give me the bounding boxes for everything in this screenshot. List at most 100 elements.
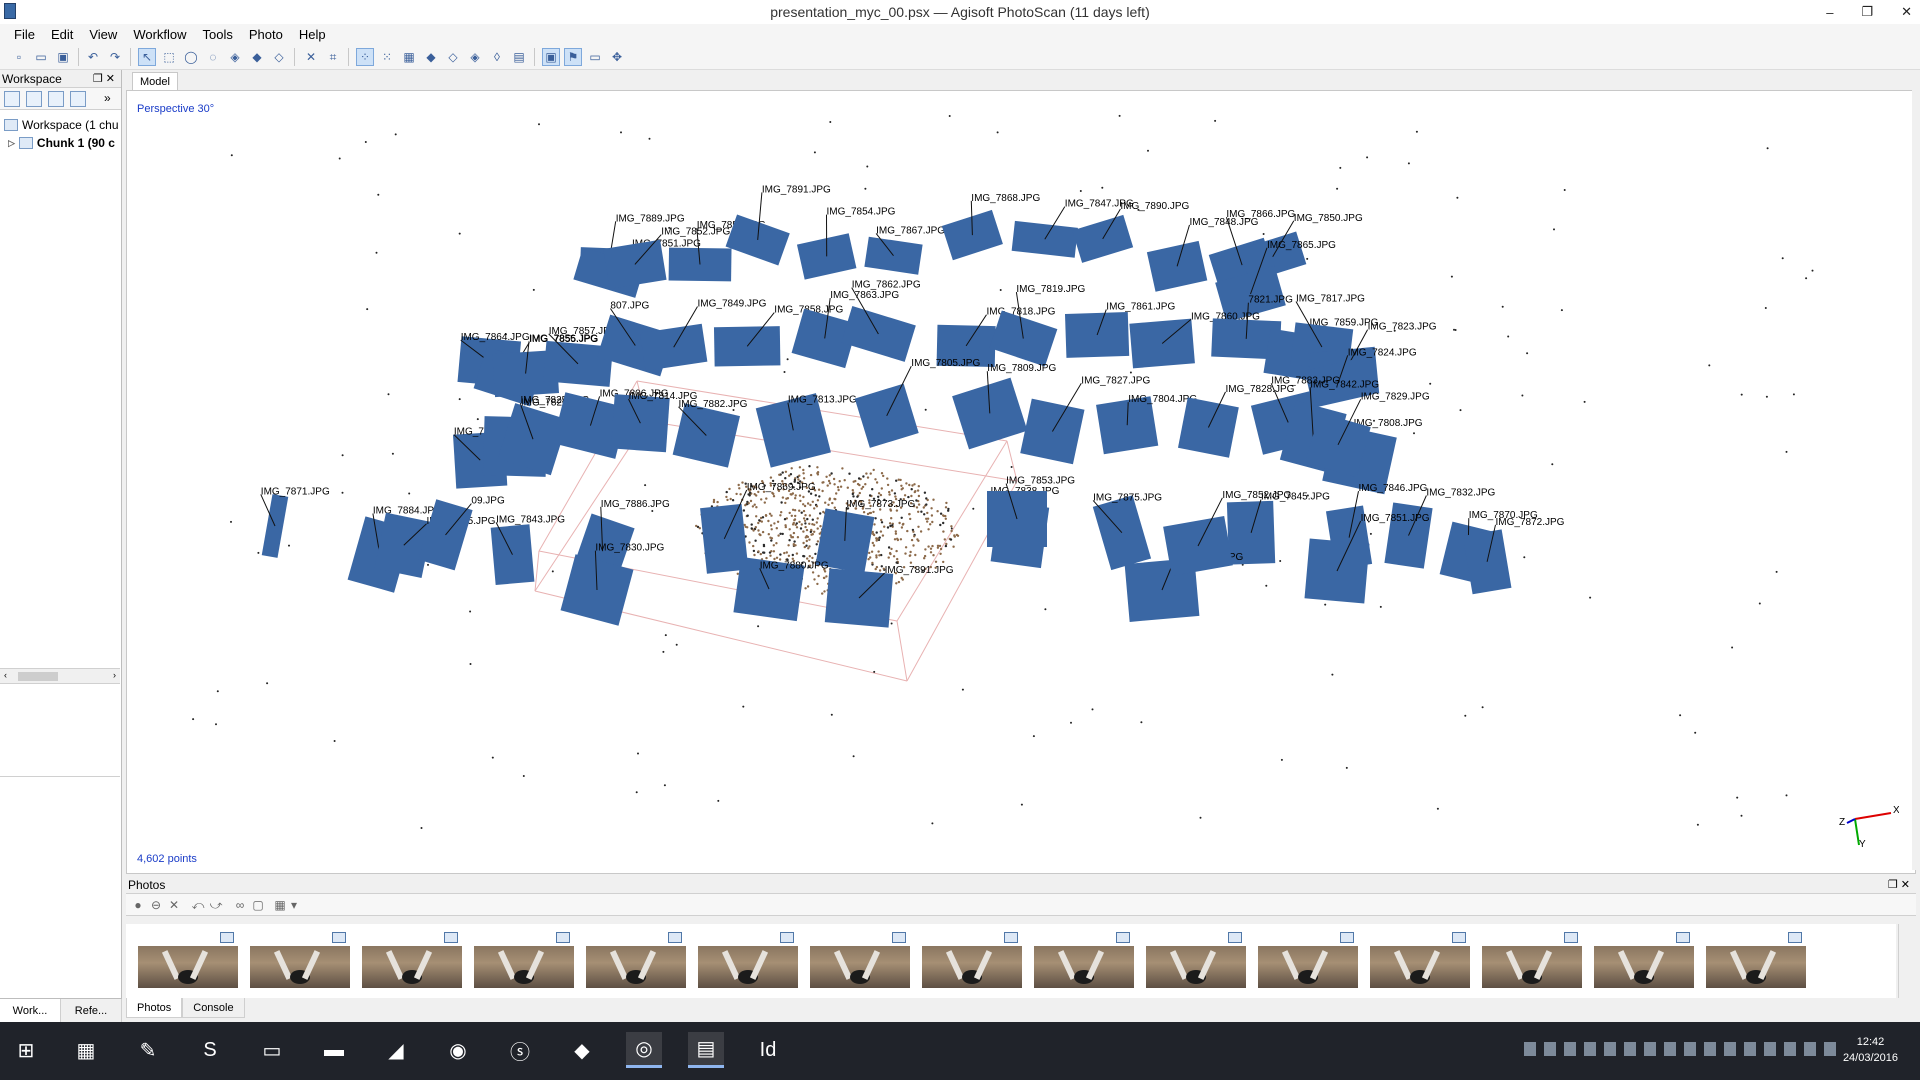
redo-icon[interactable]: ↷ xyxy=(106,48,124,66)
tray-icon[interactable] xyxy=(1804,1042,1816,1056)
camera-label[interactable]: IMG_7851.JPG xyxy=(1361,513,1430,524)
dense-cloud-view-icon[interactable]: ⁙ xyxy=(378,48,396,66)
rotate-right-icon[interactable]: ⤻ xyxy=(208,897,224,913)
wireframe-view-icon[interactable]: ◇ xyxy=(444,48,462,66)
camera-label[interactable]: IMG_7861.JPG xyxy=(1106,301,1175,312)
photo-thumbnail[interactable] xyxy=(1594,932,1694,996)
show-region-icon[interactable]: ▭ xyxy=(586,48,604,66)
rectangle-selection-icon[interactable]: ⬚ xyxy=(160,48,178,66)
remove-camera-icon[interactable]: ✕ xyxy=(166,897,182,913)
camera-plane[interactable] xyxy=(713,326,781,367)
add-folder-icon[interactable] xyxy=(48,91,64,107)
menu-file[interactable]: File xyxy=(6,27,43,42)
camera-plane[interactable] xyxy=(1092,495,1152,571)
start-icon[interactable]: ⊞ xyxy=(8,1032,44,1068)
sketch-icon[interactable]: ◢ xyxy=(378,1032,414,1068)
camera-label[interactable]: IMG_7880.JPG xyxy=(760,560,829,571)
scroll-right-icon[interactable]: › xyxy=(113,670,116,680)
disable-camera-icon[interactable]: ⊖ xyxy=(148,897,164,913)
tiled-view-icon[interactable]: ◊ xyxy=(488,48,506,66)
crop-selection-icon[interactable]: ⌗ xyxy=(324,48,342,66)
add-photos-icon[interactable] xyxy=(26,91,42,107)
tray-icon[interactable] xyxy=(1524,1042,1536,1056)
tab-console[interactable]: Console xyxy=(182,998,245,1018)
sublime-icon[interactable]: S xyxy=(192,1032,228,1068)
camera-label[interactable]: IMG_7849.JPG xyxy=(698,299,767,310)
indesign-icon[interactable]: Id xyxy=(750,1032,786,1068)
camera-label[interactable]: 09.JPG xyxy=(471,496,505,507)
workspace-scrollbar[interactable]: ‹ › xyxy=(0,668,120,684)
camera-label[interactable]: IMG_7818.JPG xyxy=(987,307,1056,318)
photo-thumbnail[interactable] xyxy=(1482,932,1582,996)
camera-plane[interactable] xyxy=(1129,318,1195,369)
restore-button[interactable]: ❐ xyxy=(1861,4,1873,20)
photo-thumbnail[interactable] xyxy=(1034,932,1134,996)
tab-photos[interactable]: Photos xyxy=(126,998,183,1018)
panel-controls[interactable]: ❐ ✕ xyxy=(1888,878,1910,891)
minimize-button[interactable]: – xyxy=(1826,5,1833,20)
camera-label[interactable]: IMG_7852.JPG xyxy=(1222,490,1291,501)
dropdown-arrow-icon[interactable]: ▾ xyxy=(286,897,302,913)
photoscan-icon[interactable]: ▤ xyxy=(688,1032,724,1068)
camera-label[interactable]: IMG_7827.JPG xyxy=(1081,375,1150,386)
camera-label[interactable]: IMG_7805.JPG xyxy=(911,358,980,369)
camera-label[interactable]: IMG_7889.JPG xyxy=(616,213,685,224)
camera-plane[interactable] xyxy=(1072,214,1134,263)
move-object-icon[interactable]: ◆ xyxy=(248,48,266,66)
save-icon[interactable]: ▣ xyxy=(54,48,72,66)
tray-icon[interactable] xyxy=(1784,1042,1796,1056)
scroll-left-icon[interactable]: ‹ xyxy=(4,670,7,680)
photo-thumbnail[interactable] xyxy=(138,932,238,996)
calculator-icon[interactable]: ▦ xyxy=(68,1032,104,1068)
camera-label[interactable]: IMG_7832.JPG xyxy=(1426,488,1495,499)
model-viewport[interactable]: IMG_7889.JPG IMG_7851.JPG IMG_7852.JPG IMG_… xyxy=(126,90,1916,874)
add-chunk-icon[interactable] xyxy=(4,91,20,107)
camera-label[interactable]: IMG_7886.JPG xyxy=(601,499,670,510)
photo-thumbnail[interactable] xyxy=(1258,932,1358,996)
menu-tools[interactable]: Tools xyxy=(195,27,241,42)
tab-workspace[interactable]: Work... xyxy=(0,999,61,1022)
scroll-thumb[interactable] xyxy=(18,672,58,681)
solid-view-icon[interactable]: ◆ xyxy=(422,48,440,66)
undo-icon[interactable]: ↶ xyxy=(84,48,102,66)
camera-label[interactable]: IMG_7846.JPG xyxy=(1359,483,1428,494)
menu-edit[interactable]: Edit xyxy=(43,27,81,42)
tray-icon[interactable] xyxy=(1684,1042,1696,1056)
tray-icon[interactable] xyxy=(1644,1042,1656,1056)
camera-label[interactable]: IMG_7891.JPG xyxy=(762,184,831,195)
tray-icon[interactable] xyxy=(1824,1042,1836,1056)
navigation-tool-icon[interactable]: ↖ xyxy=(138,48,156,66)
photo-thumbnail[interactable] xyxy=(1370,932,1470,996)
camera-label[interactable]: IMG_7867.JPG xyxy=(876,225,945,236)
rhino-icon[interactable]: ✎ xyxy=(130,1032,166,1068)
free-form-selection-icon[interactable]: ◌ xyxy=(204,48,222,66)
camera-plane[interactable] xyxy=(725,214,790,266)
photo-thumbnail[interactable] xyxy=(1146,932,1246,996)
camera-label[interactable]: IMG_7873.JPG xyxy=(846,499,915,510)
chrome-icon[interactable]: ◎ xyxy=(626,1032,662,1068)
camera-label[interactable]: IMG_7891.JPG xyxy=(885,565,954,576)
camera-label[interactable]: IMG_7864.JPG xyxy=(461,332,530,343)
photo-thumbnail[interactable] xyxy=(698,932,798,996)
photo-thumbnail[interactable] xyxy=(922,932,1022,996)
rotate-left-icon[interactable]: ⤺ xyxy=(190,897,206,913)
clock[interactable]: 12:42 24/03/2016 xyxy=(1843,1034,1898,1066)
expand-arrow-icon[interactable]: ▷ xyxy=(8,138,15,149)
camera-label[interactable]: IMG_7865.JPG xyxy=(1267,240,1336,251)
camera-plane[interactable] xyxy=(952,377,1028,450)
camera-label[interactable]: IMG_7875.JPG xyxy=(1093,492,1162,503)
camera-plane[interactable] xyxy=(1177,397,1239,458)
camera-label[interactable]: IMG_7819.JPG xyxy=(1016,284,1085,295)
camera-label[interactable]: 807.JPG xyxy=(610,301,649,312)
tab-reference[interactable]: Refe... xyxy=(61,999,122,1022)
circle-selection-icon[interactable]: ◯ xyxy=(182,48,200,66)
camera-label[interactable]: IMG_7823.JPG xyxy=(1368,322,1437,333)
camera-label[interactable]: IMG_7817.JPG xyxy=(1296,294,1365,305)
camera-label[interactable]: IMG_7842.JPG xyxy=(1310,379,1379,390)
camera-label[interactable]: IMG_7872.JPG xyxy=(1496,517,1565,528)
delete-selection-icon[interactable]: ✕ xyxy=(302,48,320,66)
tray-icon[interactable] xyxy=(1704,1042,1716,1056)
rotate-object-icon[interactable]: ◈ xyxy=(226,48,244,66)
photo-thumbnail[interactable] xyxy=(586,932,686,996)
close-button[interactable]: ✕ xyxy=(1901,4,1912,20)
